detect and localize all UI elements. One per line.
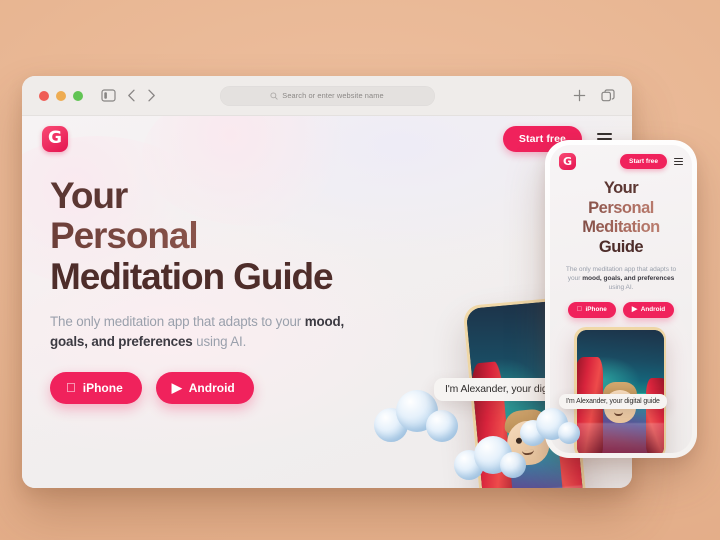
mobile-inner-phone-mockup — [574, 327, 666, 453]
plus-icon[interactable] — [573, 89, 586, 102]
close-window-button[interactable] — [39, 90, 49, 101]
hero-subheading: The only meditation app that adapts to y… — [50, 312, 380, 352]
mobile-screen: G Start free Your Personal Meditation Gu… — [550, 145, 692, 453]
play-triangle-icon: ▶ — [162, 380, 182, 396]
mobile-headline-line-1: Your — [603, 179, 639, 197]
browser-toolbar: Search or enter website name — [22, 76, 632, 116]
hamburger-line — [674, 163, 683, 165]
hamburger-line — [674, 160, 683, 163]
mobile-tooltip: I'm Alexander, your digital guide — [559, 394, 667, 409]
address-placeholder: Search or enter website name — [282, 91, 384, 100]
mobile-download-iphone-label: iPhone — [582, 306, 607, 314]
mobile-download-android-label: Android — [638, 306, 666, 314]
mobile-hero-subheading: The only meditation app that adapts to y… — [560, 265, 682, 293]
mobile-subhead-part-2: using AI. — [608, 284, 634, 292]
mobile-phone-mockup: G Start free Your Personal Meditation Gu… — [545, 140, 697, 458]
mobile-hero-headline: Your Personal Meditation Guide — [560, 179, 682, 258]
subhead-part-1: The only meditation app that adapts to y… — [50, 313, 305, 329]
mobile-header-actions: Start free — [620, 154, 683, 169]
mobile-site-header: G Start free — [550, 145, 692, 170]
tabs-icon[interactable] — [601, 89, 615, 102]
navigation-controls — [101, 89, 156, 102]
search-input[interactable]: Search or enter website name — [219, 85, 435, 106]
mobile-headline-line-4: Guide — [598, 237, 644, 256]
mobile-brand-logo-letter: G — [562, 154, 573, 168]
apple-icon:  — [66, 381, 76, 394]
brand-logo-letter: G — [48, 128, 62, 148]
download-android-button[interactable]: ▶ Android — [155, 371, 254, 404]
mobile-brand-logo[interactable]: G — [559, 153, 576, 170]
hamburger-line — [674, 158, 683, 160]
mobile-download-iphone-button[interactable]:  iPhone — [567, 301, 616, 318]
download-iphone-button[interactable]:  iPhone — [50, 371, 142, 404]
mobile-start-free-button[interactable]: Start free — [620, 154, 667, 169]
download-iphone-label: iPhone — [73, 380, 123, 395]
mobile-download-android-button[interactable]: ▶ Android — [622, 301, 675, 318]
mobile-headline-line-2: Personal — [560, 199, 682, 219]
apple-icon:  — [577, 306, 582, 313]
toolbar-right-actions — [573, 89, 615, 102]
mobile-hero-section: Your Personal Meditation Guide The only … — [550, 170, 692, 318]
download-android-label: Android — [179, 380, 235, 395]
chevron-right-icon[interactable] — [147, 89, 156, 102]
maximize-window-button[interactable] — [73, 90, 83, 101]
site-header: G Start free — [22, 116, 632, 162]
subhead-part-2: using AI. — [192, 333, 247, 349]
search-icon — [270, 91, 278, 100]
window-traffic-lights — [39, 90, 83, 101]
mobile-subhead-emphasis: mood, goals, and preferences — [582, 274, 675, 282]
mobile-cta-group:  iPhone ▶ Android — [560, 301, 682, 318]
website-viewport: G Start free Your Personal Meditation Gu… — [22, 116, 632, 488]
sidebar-icon[interactable] — [101, 89, 116, 102]
play-triangle-icon: ▶ — [629, 306, 637, 314]
mobile-headline-line-3: Meditation — [560, 218, 682, 238]
browser-window: Search or enter website name G Start fre… — [22, 76, 632, 488]
chevron-left-icon[interactable] — [127, 89, 136, 102]
minimize-window-button[interactable] — [56, 90, 66, 101]
mobile-hamburger-icon[interactable] — [674, 158, 683, 165]
brand-logo[interactable]: G — [42, 126, 68, 152]
hamburger-line — [597, 133, 612, 136]
mobile-inner-phone-screen — [576, 329, 664, 453]
